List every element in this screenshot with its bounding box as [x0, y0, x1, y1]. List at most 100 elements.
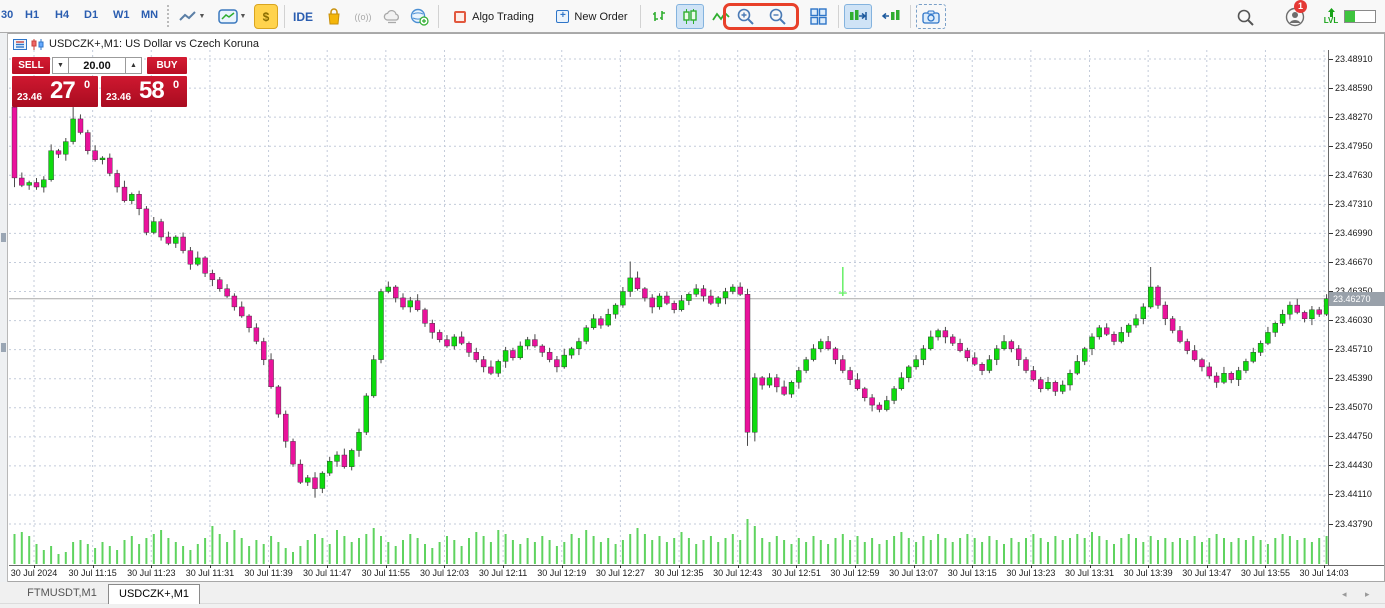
time-axis-label: 30 Jul 14:03 — [1300, 568, 1349, 578]
tile-windows-button[interactable] — [804, 4, 832, 29]
zoom-in-button[interactable] — [731, 4, 759, 29]
toolbar-separator — [284, 5, 285, 28]
candle — [730, 284, 735, 294]
bar-chart-button[interactable] — [646, 4, 672, 29]
candle — [1104, 323, 1109, 336]
candle — [85, 130, 90, 155]
candle — [129, 193, 134, 205]
candle — [767, 373, 772, 388]
candle — [203, 256, 208, 277]
cloud-button[interactable] — [380, 4, 404, 29]
candle — [848, 367, 853, 385]
time-axis-label: 30 Jul 12:59 — [830, 568, 879, 578]
price-tick — [1329, 465, 1333, 466]
algo-trading-button[interactable]: Algo Trading — [446, 4, 542, 29]
timeframe-h1[interactable]: H1 — [25, 9, 39, 21]
time-axis-label: 30 Jul 13:15 — [948, 568, 997, 578]
price-axis-label: 23.46030 — [1335, 315, 1373, 325]
tab-usdczk[interactable]: USDCZK+,M1 — [108, 584, 200, 604]
chart-shift-button[interactable] — [876, 4, 904, 29]
candle — [811, 344, 816, 361]
candle — [430, 320, 435, 339]
candle — [122, 181, 127, 203]
candlestick-chart[interactable] — [9, 50, 1329, 565]
time-axis-label: 30 Jul 13:31 — [1065, 568, 1114, 578]
community-button[interactable] — [406, 4, 432, 29]
splitter-grip[interactable] — [1, 343, 6, 352]
candle — [664, 292, 669, 306]
candle — [225, 284, 230, 298]
quotes-list-icon — [13, 39, 27, 50]
toolbar-separator — [167, 5, 169, 28]
tab-ftmusdt[interactable]: FTMUSDT,M1 — [18, 584, 106, 604]
price-tick — [1329, 175, 1333, 176]
screenshot-button[interactable] — [916, 4, 946, 29]
status-strip — [0, 604, 1385, 608]
signals-button[interactable]: ((o)) — [350, 4, 376, 29]
candle — [181, 233, 186, 254]
left-dock-strip[interactable] — [0, 33, 8, 582]
candle — [1053, 381, 1058, 396]
candle — [305, 475, 310, 486]
bar-chart-icon — [651, 9, 667, 25]
market-button[interactable] — [322, 4, 346, 29]
candle — [1024, 357, 1029, 373]
indicators-button[interactable]: ▼ — [214, 4, 250, 29]
globe-plus-icon — [410, 8, 429, 26]
time-axis-label: 30 Jul 13:07 — [889, 568, 938, 578]
candle — [980, 362, 985, 375]
price-tick — [1329, 117, 1333, 118]
candle — [1148, 267, 1153, 309]
account-button[interactable]: 1 — [1282, 4, 1308, 29]
candle — [349, 449, 354, 471]
new-order-button[interactable]: + New Order — [548, 4, 636, 29]
candle — [532, 334, 537, 348]
time-axis-label: 30 Jul 11:15 — [68, 568, 116, 578]
candle — [467, 342, 472, 357]
candle — [247, 314, 252, 332]
buy-button[interactable]: BUY — [147, 57, 187, 74]
candle — [613, 303, 618, 318]
chart-shift-icon — [881, 9, 900, 24]
candle — [371, 355, 376, 398]
search-button[interactable] — [1232, 4, 1258, 29]
candle — [518, 342, 523, 360]
price-axis-label: 23.48910 — [1335, 54, 1373, 64]
volume-increase-button[interactable]: ▲ — [125, 57, 142, 74]
candle — [27, 181, 32, 190]
timeframe-h4[interactable]: H4 — [55, 9, 69, 21]
candle — [840, 355, 845, 373]
ide-button[interactable]: IDE — [288, 4, 318, 29]
sell-button[interactable]: SELL — [12, 57, 50, 74]
timeframe-d1[interactable]: D1 — [84, 9, 98, 21]
sell-price-panel[interactable]: 23.46 27 0 — [12, 76, 98, 107]
splitter-grip[interactable] — [1, 233, 6, 242]
volume-decrease-button[interactable]: ▼ — [52, 57, 69, 74]
timeframe-mn[interactable]: MN — [141, 9, 158, 21]
candle — [93, 145, 98, 161]
price-tick — [1329, 262, 1333, 263]
candle — [1178, 326, 1183, 343]
time-axis-label: 30 Jul 11:23 — [127, 568, 175, 578]
candle — [884, 396, 889, 412]
auto-scroll-button[interactable] — [844, 4, 872, 29]
candle — [357, 429, 362, 457]
candle — [232, 293, 237, 310]
line-studies-button[interactable]: ▼ — [175, 4, 209, 29]
zoom-out-button[interactable] — [763, 4, 791, 29]
price-axis-label: 23.45390 — [1335, 373, 1373, 383]
candle — [774, 374, 779, 392]
candle — [291, 439, 296, 467]
price-axis-label: 23.43790 — [1335, 519, 1373, 529]
auto-scroll-icon — [849, 9, 868, 24]
tab-scroll-arrows[interactable]: ◂ ▸ — [1342, 589, 1378, 600]
candlestick-chart-button[interactable] — [676, 4, 704, 29]
timeframe-w1[interactable]: W1 — [113, 9, 130, 21]
timeframe-m30[interactable]: 30 — [1, 9, 13, 21]
price-tick — [1329, 59, 1333, 60]
buy-price-panel[interactable]: 23.46 58 0 — [101, 76, 187, 107]
volume-input[interactable]: 20.00 — [69, 57, 125, 74]
currency-button[interactable]: $ — [254, 4, 278, 29]
level-button[interactable]: LVL — [1320, 4, 1342, 29]
candle — [423, 308, 428, 327]
